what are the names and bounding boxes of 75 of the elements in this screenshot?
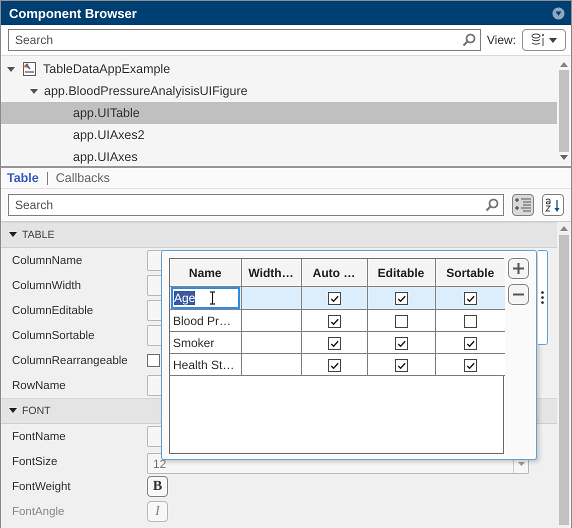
- collapse-arrow-icon[interactable]: [30, 87, 38, 95]
- collapse-arrow-icon[interactable]: [9, 408, 17, 414]
- caret-icon: [549, 38, 557, 42]
- checkbox[interactable]: [464, 314, 477, 328]
- checkbox[interactable]: [464, 358, 477, 372]
- checkbox[interactable]: [464, 292, 477, 306]
- scroll-up-icon: [560, 226, 568, 231]
- tree-item[interactable]: app.BloodPressureAnalyisisUIFigure: [1, 80, 557, 102]
- property-label: FontName: [12, 430, 67, 442]
- add-button[interactable]: [508, 258, 529, 279]
- tree-item[interactable]: app.UITable: [1, 102, 557, 124]
- checkbox[interactable]: [147, 354, 160, 367]
- search-icon: [462, 33, 476, 47]
- section-header: FONT: [22, 405, 51, 417]
- property-label: FontWeight: [12, 480, 72, 492]
- remove-button[interactable]: [508, 284, 529, 305]
- tree-item[interactable]: TableDataAppExample: [1, 58, 557, 80]
- column-header[interactable]: Sortable: [435, 259, 505, 286]
- name-cell[interactable]: Smoker: [170, 332, 241, 354]
- search-field[interactable]: Search: [8, 29, 481, 51]
- alphabetical-sort-icon: [545, 197, 561, 213]
- plus-icon: [513, 263, 524, 274]
- search-field[interactable]: Search: [8, 194, 504, 216]
- grouped-list-icon: [515, 197, 531, 213]
- name-cell[interactable]: Health St…: [170, 354, 241, 376]
- scroll-down-icon: [560, 155, 568, 160]
- sort-button[interactable]: [542, 194, 564, 216]
- tree-item[interactable]: app.UIAxes: [1, 146, 557, 168]
- scroll-up-icon: [560, 62, 568, 67]
- column-header[interactable]: Name: [170, 259, 241, 286]
- name-cell[interactable]: Blood Pr…: [170, 310, 241, 332]
- collapse-arrow-icon[interactable]: [9, 232, 17, 238]
- font-style-button[interactable]: B: [147, 476, 168, 497]
- column-header[interactable]: Width…: [241, 259, 301, 286]
- table-cell[interactable]: [241, 286, 301, 310]
- table-cell[interactable]: [241, 332, 301, 354]
- checkbox[interactable]: [394, 358, 408, 372]
- checkbox[interactable]: [328, 358, 340, 372]
- tree-item[interactable]: app.UIAxes2: [1, 124, 557, 146]
- tab[interactable]: Table: [7, 171, 45, 185]
- column-header[interactable]: Editable: [367, 259, 435, 286]
- property-label: ColumnName: [12, 254, 84, 266]
- search-icon: [485, 198, 499, 212]
- checkbox[interactable]: [328, 336, 340, 350]
- app-icon: [21, 61, 37, 77]
- menu-icon[interactable]: [552, 6, 565, 20]
- view-dropdown[interactable]: [522, 29, 566, 51]
- text-cursor-icon: [209, 291, 216, 305]
- table-cell[interactable]: [241, 354, 301, 376]
- property-label: ColumnSortable: [12, 330, 96, 342]
- section-header: TABLE: [22, 229, 54, 241]
- checkbox[interactable]: [328, 314, 340, 328]
- dropdown-value: 12: [153, 456, 166, 470]
- property-label: RowName: [12, 380, 67, 392]
- minus-icon: [513, 293, 524, 296]
- window-title: Component Browser: [9, 6, 137, 20]
- checkbox[interactable]: [394, 292, 408, 306]
- more-icon: [541, 291, 544, 304]
- table-cell[interactable]: [241, 310, 301, 332]
- layers-sort-icon: [531, 33, 545, 47]
- checkbox[interactable]: [394, 336, 408, 350]
- side-handle[interactable]: [538, 250, 548, 345]
- column-header[interactable]: Auto …: [301, 259, 367, 286]
- property-label: ColumnWidth: [12, 280, 82, 292]
- checkbox[interactable]: [394, 314, 408, 328]
- group-view-button[interactable]: [512, 194, 534, 216]
- checkbox[interactable]: [464, 336, 477, 350]
- property-label: ColumnRearrangeable: [12, 354, 129, 366]
- checkbox[interactable]: [328, 292, 340, 306]
- tab[interactable]: Callbacks: [56, 171, 116, 185]
- view-label: View:: [486, 33, 516, 47]
- collapse-arrow-icon[interactable]: [7, 65, 15, 73]
- property-label: FontAngle: [12, 506, 66, 518]
- property-label: FontSize: [12, 456, 58, 468]
- property-label: ColumnEditable: [12, 304, 94, 316]
